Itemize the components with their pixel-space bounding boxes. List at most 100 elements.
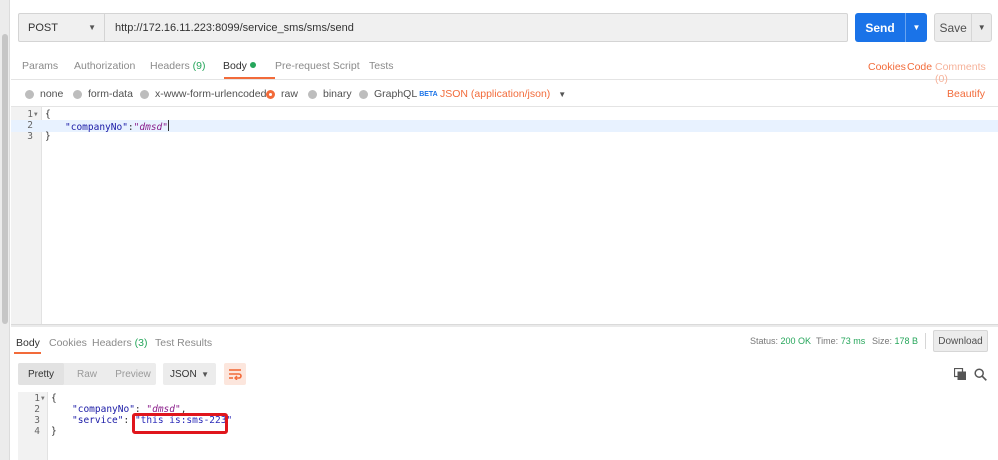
tab-headers[interactable]: Headers (9) (150, 60, 205, 72)
beta-badge: BETA (419, 90, 438, 98)
wrap-lines-button[interactable] (224, 363, 246, 385)
tab-prerequest-script[interactable]: Pre-request Script (275, 60, 360, 72)
time-indicator: Time: 73 ms (816, 336, 865, 346)
save-button[interactable]: Save ▼ (934, 13, 992, 42)
text-cursor (167, 120, 169, 131)
radio-icon (359, 89, 368, 99)
response-headers-count: (3) (134, 337, 148, 349)
left-scrollbar[interactable] (0, 0, 10, 460)
method-select[interactable]: POST ▼ (19, 14, 105, 41)
tab-headers-label: Headers (150, 60, 190, 72)
search-icon (973, 367, 987, 381)
tab-params[interactable]: Params (22, 60, 58, 72)
code-text: } (51, 426, 57, 437)
response-tab-headers-label: Headers (92, 337, 132, 349)
radio-binary[interactable]: binary (308, 88, 352, 100)
pretty-button[interactable]: Pretty (18, 363, 64, 385)
active-tab-underline (224, 77, 275, 79)
radio-urlencoded[interactable]: x-www-form-urlencoded (140, 88, 266, 100)
status-indicator: Status: 200 OK (750, 336, 811, 346)
tab-authorization[interactable]: Authorization (74, 60, 135, 72)
chevron-down-icon: ▼ (201, 369, 209, 379)
tab-params-label: Params (22, 60, 59, 72)
size-indicator: Size: 178 B (872, 336, 918, 346)
size-label: Size: (872, 336, 893, 346)
tab-tests-label: Tests (369, 60, 394, 72)
raw-button[interactable]: Raw (64, 363, 110, 385)
radio-icon (25, 89, 34, 99)
json-key: "companyNo" (72, 404, 135, 415)
copy-button[interactable] (952, 366, 968, 382)
json-key: "service" (72, 415, 124, 426)
status-value[interactable]: 200 OK (781, 336, 812, 346)
scrollbar-thumb[interactable] (2, 34, 8, 324)
response-tab-body[interactable]: Body (16, 337, 40, 349)
response-tab-headers[interactable]: Headers (3) (92, 337, 147, 349)
response-tab-test-results[interactable]: Test Results (155, 337, 212, 349)
chevron-down-icon[interactable]: ▼ (905, 13, 927, 42)
radio-none[interactable]: none (25, 88, 63, 100)
tab-authorization-label: Authorization (74, 60, 136, 72)
radio-graphql-label: GraphQL (374, 88, 418, 100)
chevron-down-icon: ▼ (558, 90, 567, 99)
radio-raw-label: raw (281, 88, 298, 100)
tab-prerequest-label: Pre-request Script (275, 60, 360, 72)
copy-icon (953, 367, 966, 380)
line-number: 3 (27, 131, 33, 142)
request-bar: POST ▼ http://172.16.11.223:8099/service… (18, 13, 848, 42)
method-label: POST (28, 21, 58, 34)
radio-form-data[interactable]: form-data (73, 88, 133, 100)
divider (925, 333, 926, 349)
radio-raw[interactable]: raw (266, 88, 298, 100)
body-dot-icon (249, 62, 256, 68)
radio-selected-icon (266, 89, 275, 99)
radio-binary-label: binary (323, 88, 352, 100)
tab-body[interactable]: Body (223, 60, 256, 72)
response-tab-cookies[interactable]: Cookies (49, 337, 87, 349)
headers-count: (9) (192, 60, 206, 72)
code-line: 3 } (11, 131, 998, 143)
radio-icon (73, 89, 82, 99)
search-button[interactable] (972, 366, 988, 382)
radio-icon (308, 89, 317, 99)
url-input[interactable]: http://172.16.11.223:8099/service_sms/sm… (105, 14, 847, 41)
send-label: Send (865, 20, 895, 35)
url-text: http://172.16.11.223:8099/service_sms/sm… (115, 21, 354, 34)
line-number: 4 (34, 426, 40, 437)
request-body-editor[interactable]: 1 ▼ { 2 "companyNo":"dmsd" 3 } (11, 107, 998, 324)
active-tab-underline (14, 352, 41, 354)
view-mode-toggle: Pretty Raw Preview (18, 363, 156, 385)
body-type-row: none form-data x-www-form-urlencoded raw… (11, 81, 998, 107)
radio-graphql[interactable]: GraphQL BETA (359, 88, 438, 100)
request-tabs: Params Authorization Headers (9) Body Pr… (11, 50, 998, 85)
send-button[interactable]: Send ▼ (855, 13, 927, 42)
radio-icon (140, 89, 149, 99)
content-type-label: JSON (application/json) (440, 88, 551, 100)
highlight-annotation (132, 413, 228, 434)
download-button[interactable]: Download (933, 330, 988, 352)
wrap-lines-icon (229, 369, 242, 380)
radio-form-data-label: form-data (88, 88, 133, 100)
tab-tests[interactable]: Tests (369, 60, 394, 72)
code-text: } (45, 131, 51, 142)
response-tab-test-results-label: Test Results (155, 337, 213, 349)
time-value[interactable]: 73 ms (841, 336, 866, 346)
chevron-down-icon: ▼ (88, 23, 96, 32)
tab-body-label: Body (223, 60, 247, 72)
preview-button[interactable]: Preview (110, 363, 156, 385)
download-label: Download (938, 335, 983, 347)
code-link[interactable]: Code (907, 61, 932, 73)
response-tab-cookies-label: Cookies (49, 337, 87, 349)
cookies-link[interactable]: Cookies (868, 61, 906, 73)
chevron-down-icon[interactable]: ▼ (971, 14, 991, 41)
response-format-select[interactable]: JSON ▼ (163, 363, 216, 385)
radio-urlencoded-label: x-www-form-urlencoded (155, 88, 267, 100)
status-label: Status: (750, 336, 779, 346)
radio-none-label: none (40, 88, 64, 100)
response-tabs: Body Cookies Headers (3) Test Results St… (11, 327, 998, 355)
save-label: Save (939, 20, 967, 35)
beautify-link[interactable]: Beautify (947, 88, 985, 100)
size-value[interactable]: 178 B (895, 336, 919, 346)
content-type-select[interactable]: JSON (application/json) ▼ (440, 88, 566, 100)
time-label: Time: (816, 336, 839, 346)
